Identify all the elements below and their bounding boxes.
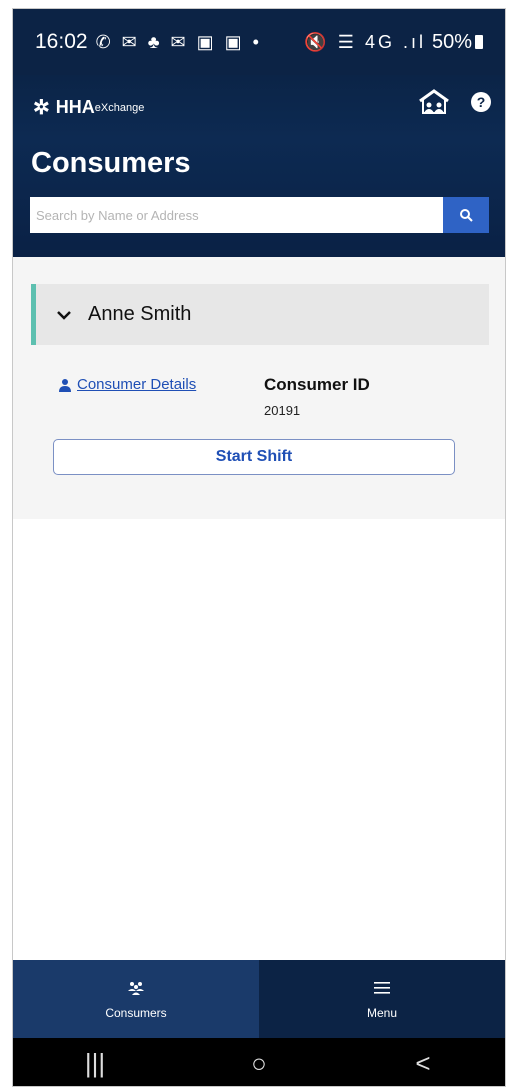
consumer-id-label: Consumer ID [264,375,370,394]
people-icon [127,978,145,998]
search-button[interactable] [443,197,489,233]
consumer-details-label[interactable]: Consumer Details [77,376,196,393]
start-shift-button[interactable]: Start Shift [53,439,455,475]
phone-screen: 16:02 ✆ ✉ ♣ ✉ ▣ ▣ • 🔇 ☰ 4G .ıl 50% ✲ HHA… [12,8,506,1087]
consumer-id-value: 20191 [264,403,301,418]
home-icon[interactable] [417,89,451,115]
search-bar [30,197,489,233]
search-icon [460,209,473,222]
status-bar: 16:02 ✆ ✉ ♣ ✉ ▣ ▣ • 🔇 ☰ 4G .ıl 50% [13,9,505,75]
consumer-name: Anne Smith [88,303,192,325]
chevron-down-icon[interactable] [54,305,74,325]
status-notification-icons: ✆ ✉ ♣ ✉ ▣ ▣ • [95,31,262,52]
system-navigation-bar: ||| ○ < [13,1038,505,1086]
consumer-row-header[interactable]: Anne Smith [31,284,489,345]
status-battery: 50% [431,30,472,53]
bottom-navigation: Consumers Menu [13,960,505,1038]
recents-button[interactable]: ||| [65,1048,125,1079]
brand-suffix: eXchange [94,101,145,114]
nav-menu[interactable]: Menu [259,960,505,1038]
nav-consumers-label: Consumers [105,1006,167,1020]
help-icon[interactable]: ? [471,92,491,112]
battery-icon [475,35,483,49]
home-button[interactable]: ○ [229,1048,289,1079]
page-title: Consumers [31,147,191,179]
brand-text: HHA [55,97,95,117]
status-system-icons: 🔇 ☰ 4G .ıl [304,31,426,52]
nav-consumers[interactable]: Consumers [13,960,259,1038]
consumer-list: Anne Smith Consumer Details Consumer ID … [13,257,505,519]
status-time: 16:02 [35,30,88,53]
header-actions: ? [417,89,491,115]
brand-logo[interactable]: ✲ HHA eXchange [33,95,144,120]
consumer-details-link[interactable]: Consumer Details [58,376,196,393]
app-header: ✲ HHA eXchange ? Consumers [13,75,505,257]
hamburger-icon [374,978,390,998]
person-icon [59,378,71,392]
logo-icon: ✲ [33,97,50,119]
search-input[interactable] [30,197,443,233]
back-button[interactable]: < [393,1048,453,1079]
nav-menu-label: Menu [366,1006,398,1020]
